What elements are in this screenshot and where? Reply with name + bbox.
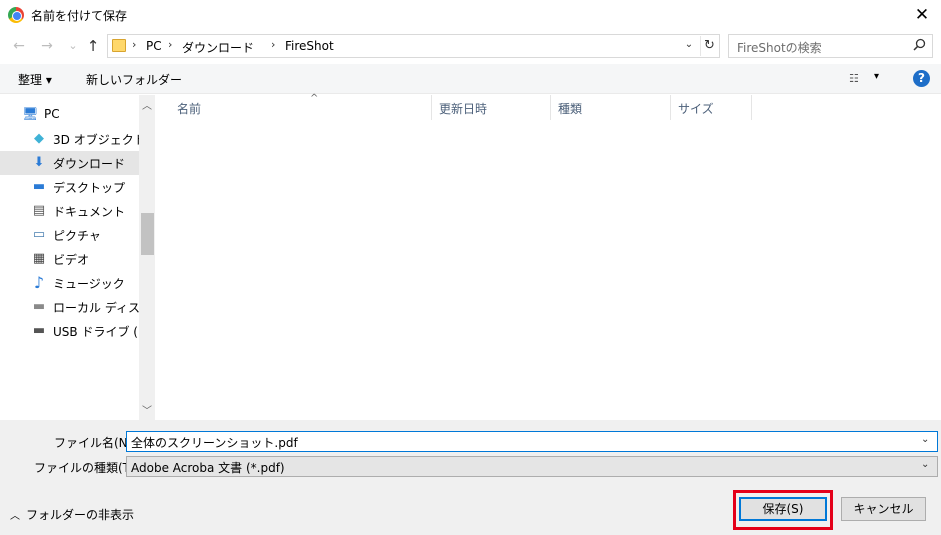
sidebar-item-local-disk[interactable]: ▬ ローカル ディスク (C bbox=[0, 295, 139, 319]
cancel-button[interactable]: キャンセル bbox=[841, 497, 926, 521]
music-icon: ♪ bbox=[33, 273, 45, 292]
folder-icon bbox=[112, 39, 126, 52]
sidebar-item-pictures[interactable]: ▭ ピクチャ bbox=[0, 223, 139, 247]
column-header-size[interactable]: サイズ bbox=[671, 95, 752, 120]
refresh-icon[interactable]: ↻ bbox=[700, 36, 718, 56]
filename-field[interactable]: 全体のスクリーンショット.pdf bbox=[126, 431, 938, 452]
breadcrumb-separator[interactable]: › bbox=[168, 38, 172, 51]
new-folder-button[interactable]: 新しいフォルダー bbox=[86, 71, 182, 88]
search-placeholder: FireShotの検索 bbox=[737, 41, 822, 55]
navigation-pane: 🖥 PC ◆ 3D オブジェクト ⬇ ダウンロード ▬ デスクトップ ▤ ドキュ… bbox=[0, 95, 155, 420]
sidebar-item-label: 3D オブジェクト bbox=[53, 133, 139, 147]
breadcrumb-separator[interactable]: › bbox=[132, 38, 136, 51]
videos-icon: ▦ bbox=[32, 251, 46, 266]
sidebar-item-downloads[interactable]: ⬇ ダウンロード bbox=[0, 151, 139, 175]
hide-folders-toggle[interactable]: ︿ フォルダーの非表示 bbox=[10, 506, 134, 523]
file-list[interactable]: 名前 ^ 更新日時 種類 サイズ bbox=[156, 93, 941, 420]
title-bar: 名前を付けて保存 ✕ bbox=[0, 0, 941, 30]
breadcrumb-pc[interactable]: PC bbox=[146, 39, 162, 53]
scroll-down-icon[interactable]: ﹀ bbox=[139, 402, 155, 417]
view-options-icon[interactable]: ☷ bbox=[849, 72, 865, 85]
sidebar-item-pc[interactable]: 🖥 PC bbox=[0, 103, 139, 127]
sidebar-item-3d-objects[interactable]: ◆ 3D オブジェクト bbox=[0, 127, 139, 151]
sidebar-item-desktop[interactable]: ▬ デスクトップ bbox=[0, 175, 139, 199]
sidebar-item-label: ピクチャ bbox=[53, 229, 101, 243]
sidebar-item-usb-drive[interactable]: ▬ USB ドライブ (E:) bbox=[0, 319, 139, 343]
back-arrow-icon[interactable]: ← bbox=[10, 37, 28, 55]
chrome-icon bbox=[8, 7, 24, 23]
sidebar-item-label: ドキュメント bbox=[53, 205, 126, 219]
hide-folders-label: フォルダーの非表示 bbox=[26, 508, 135, 522]
sort-ascending-icon: ^ bbox=[310, 93, 319, 104]
sidebar-item-label: USB ドライブ (E:) bbox=[53, 325, 139, 339]
help-icon[interactable]: ? bbox=[913, 70, 930, 87]
sidebar-item-label: デスクトップ bbox=[53, 181, 126, 195]
pictures-icon: ▭ bbox=[32, 227, 46, 242]
search-input[interactable]: FireShotの検索 bbox=[728, 34, 933, 58]
documents-icon: ▤ bbox=[32, 203, 46, 218]
address-bar[interactable]: › PC › ダウンロード › FireShot ⌄ ↻ bbox=[107, 34, 720, 58]
address-dropdown-icon[interactable]: ⌄ bbox=[682, 39, 696, 50]
command-toolbar: 整理 ▾ 新しいフォルダー ☷ ▾ ? bbox=[0, 64, 941, 94]
save-button[interactable]: 保存(S) bbox=[739, 497, 827, 521]
filetype-label: ファイルの種類(T): bbox=[34, 461, 139, 475]
organize-button[interactable]: 整理 ▾ bbox=[18, 71, 52, 88]
column-header-modified[interactable]: 更新日時 bbox=[432, 95, 551, 120]
sidebar-item-documents[interactable]: ▤ ドキュメント bbox=[0, 199, 139, 223]
pc-icon: 🖥 bbox=[22, 107, 39, 122]
scrollbar-thumb[interactable] bbox=[141, 213, 154, 255]
local-disk-icon: ▬ bbox=[32, 299, 46, 314]
sidebar-item-videos[interactable]: ▦ ビデオ bbox=[0, 247, 139, 271]
close-button[interactable]: ✕ bbox=[904, 1, 940, 29]
filetype-select[interactable]: Adobe Acroba 文書 (*.pdf) bbox=[126, 456, 938, 477]
filename-label: ファイル名(N): bbox=[54, 436, 137, 450]
view-dropdown-icon[interactable]: ▾ bbox=[874, 71, 879, 82]
download-icon: ⬇ bbox=[33, 155, 45, 170]
column-header-label: 名前 bbox=[177, 102, 202, 116]
3d-objects-icon: ◆ bbox=[34, 131, 44, 146]
usb-drive-icon: ▬ bbox=[32, 323, 46, 338]
sidebar-item-label: ビデオ bbox=[53, 253, 90, 267]
window-title: 名前を付けて保存 bbox=[31, 9, 128, 23]
sidebar-item-label: ダウンロード bbox=[53, 157, 126, 171]
sidebar-item-music[interactable]: ♪ ミュージック bbox=[0, 271, 139, 295]
navigation-bar: ← → ⌄ ↑ › PC › ダウンロード › FireShot ⌄ ↻ Fir… bbox=[0, 30, 941, 62]
breadcrumb-fireshot[interactable]: FireShot bbox=[285, 39, 334, 53]
desktop-icon: ▬ bbox=[32, 179, 46, 194]
sidebar-scrollbar[interactable]: ︿ ﹀ bbox=[139, 95, 155, 420]
scroll-up-icon[interactable]: ︿ bbox=[139, 97, 155, 112]
breadcrumb-separator[interactable]: › bbox=[271, 38, 275, 51]
up-arrow-icon[interactable]: ↑ bbox=[84, 37, 102, 55]
breadcrumb-downloads[interactable]: ダウンロード bbox=[182, 39, 254, 56]
filetype-dropdown-icon[interactable]: ⌄ bbox=[921, 459, 929, 470]
sidebar-item-label: PC bbox=[44, 107, 60, 121]
filename-dropdown-icon[interactable]: ⌄ bbox=[921, 434, 929, 445]
save-options-panel: ファイル名(N): 全体のスクリーンショット.pdf ⌄ ファイルの種類(T):… bbox=[0, 420, 941, 535]
column-header-type[interactable]: 種類 bbox=[551, 95, 671, 120]
search-icon[interactable] bbox=[913, 38, 926, 55]
sidebar-item-label: ミュージック bbox=[53, 277, 125, 291]
sidebar-item-label: ローカル ディスク (C bbox=[53, 301, 139, 315]
forward-arrow-icon[interactable]: → bbox=[38, 37, 56, 55]
column-header-name[interactable]: 名前 ^ bbox=[170, 93, 432, 120]
chevron-up-icon: ︿ bbox=[10, 511, 20, 522]
recent-locations-icon[interactable]: ⌄ bbox=[64, 37, 82, 55]
